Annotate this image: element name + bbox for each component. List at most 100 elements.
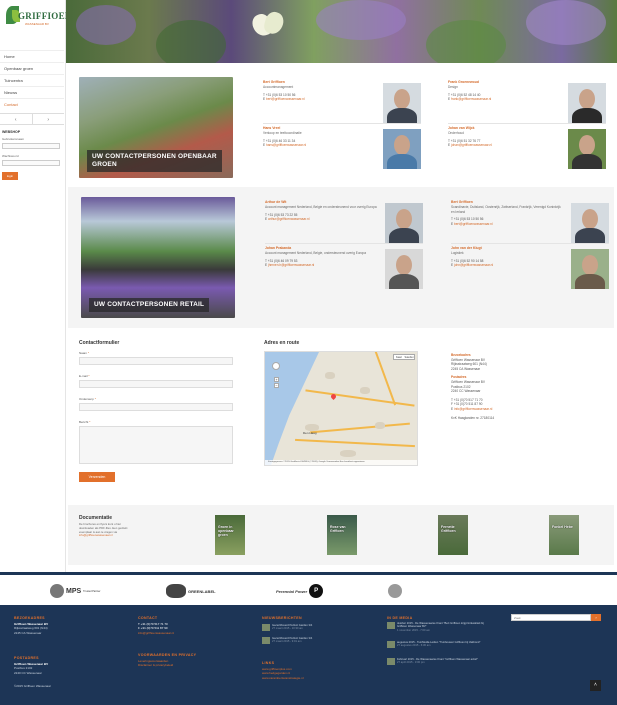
griffioen-logo[interactable]: GRIFFIOEN WASSENAAR BV [2,3,71,33]
contact-photo [568,83,606,123]
privacy-link[interactable]: Disclaimer & privacybeleid [138,663,173,667]
slider-arrows: ‹ › [0,113,64,125]
contact-email[interactable]: john@griffioenwassenaar.nl [454,263,493,267]
media-item[interactable]: Februari 2015 - De Wassenaarse Krant "Gr… [387,658,487,672]
contact-photo [571,249,609,289]
scroll-to-top-icon[interactable]: ˄ [590,680,601,691]
contact-card: Bert Griffioen Scandinavie, Duitsland, O… [451,200,609,246]
name-label: Naam * [79,351,90,355]
map-type-map[interactable]: Kaart [394,355,404,359]
contact-function: Logistiek [451,251,464,255]
contact-function: Account management Nederland, Belgie, on… [265,251,367,255]
email-input[interactable] [79,380,233,388]
contact-photo [568,129,606,169]
contact-photo [385,249,423,289]
login-button[interactable]: login [2,172,18,180]
message-label: Bericht * [79,420,91,424]
contact-photo [383,129,421,169]
post-line: 2240 CC Wassenaar [451,389,481,394]
footer-search-input[interactable]: Zoek [511,614,591,621]
greenlabel-logo[interactable]: GREENLABEL [166,583,216,599]
prev-arrow-icon[interactable]: ‹ [0,114,33,124]
nav-item-openbaar-groen[interactable]: Openbaar groen [0,62,64,74]
footer-contact-title: CONTACT [138,616,158,620]
media-item[interactable]: augustus 2015 - TuinMedia Leiden "Tuinbo… [387,641,487,655]
main-nav: Home Openbaar groen Tuincentra Nieuws Co… [0,50,64,110]
map-attribution: Kaartgegevens ©2015 GeoBasis-DE/BKG (©20… [265,460,417,465]
footer-media-title: IN DE MEDIA [387,616,413,620]
contact-function: Onderhoud [448,131,464,135]
media-item[interactable]: oktober 2015 - De Wassenaarse Krant "Ber… [387,622,487,638]
nav-item-contact[interactable]: Contact [0,98,64,110]
map-type-toggle[interactable]: Kaart Satelliet [393,354,415,360]
contact-function: Account management Nederland, Belgie en … [265,205,377,209]
nav-item-home[interactable]: Home [0,50,64,62]
subject-input[interactable] [79,403,233,411]
visit-line: 2245 CA Wassenaar [451,366,481,371]
contact-email[interactable]: arthur@griffioenwassenaar.nl [268,217,309,221]
contact-card: Hans Vreel Verkoop en teeltcoordinatie T… [263,126,421,172]
map-pan-control[interactable] [272,362,280,370]
contact-function: Scandinavie, Duitsland, Oostenrijk, Zwit… [451,205,561,214]
zoom-out-button[interactable]: − [274,383,279,388]
search-icon[interactable]: › [591,614,601,621]
contact-email[interactable]: jhmnen.h@griffioenwassenaar.nl [268,263,314,267]
contact-email[interactable]: frank@griffioenwassenaar.nl [451,97,491,101]
webshop-title: WEBSHOP [2,130,21,134]
zoom-in-button[interactable]: + [274,377,279,382]
perennial-power-logo[interactable]: Perennial Power P [276,583,324,599]
map-type-satellite[interactable]: Satelliet [404,355,414,359]
name-input[interactable] [79,357,233,365]
brochure[interactable]: Fonkel Hebe [549,515,579,555]
contact-card: Arthur de Wit Account management Nederla… [265,200,423,246]
contact-email[interactable]: bert@griffioenwassenaar.nl [266,97,305,101]
footer-visit-title: BEZOEKADRES [14,616,45,620]
retail-image: UW CONTACTPERSONEN RETAIL [81,197,235,318]
mps-logo[interactable]: MPS Trusted Partner [50,583,100,599]
footer-email[interactable]: info@griffioenwassenaar.nl [138,631,174,635]
footer-terms: Leveringsvoorwaarden Disclaimer & privac… [138,659,173,668]
contact-card: John van der Klugt Logistiek T +31 (0)6 … [451,246,609,292]
footer-links-title: LINKS [262,661,275,665]
footer-link[interactable]: www.caramberisvanstrategie.nl [262,676,304,680]
kvk-number: KvK Haaglanden nr. 27180114 [451,415,495,420]
sidebar: GRIFFIOEN WASSENAAR BV Home Openbaar gro… [0,0,71,572]
contact-card: Johan Prakanda Account management Nederl… [265,246,423,292]
contact-email[interactable]: bert@griffioenwassenaar.nl [454,222,493,226]
partner-seal-logo[interactable] [388,583,402,599]
contact-email[interactable]: hans@griffioenwassenaar.nl [266,143,306,147]
contact-function: Accountmanagement [263,85,294,89]
next-arrow-icon[interactable]: › [33,114,65,124]
logo-text: GRIFFIOEN [18,11,72,21]
submit-button[interactable]: Verzenden [79,472,115,482]
brochure[interactable]: Fernetie Griffioen [438,515,468,555]
address-email[interactable]: info@griffioenwassenaar.nl [454,407,492,411]
news-item[interactable]: Gecertificeerd Perfect Garden 3/4 27 maar… [262,637,362,647]
route-map[interactable]: + − Kaart Satelliet Den Haag Kaartgegeven… [264,351,418,466]
password-input[interactable] [2,160,60,166]
footer-visit: Griffioen Wassenaar BV Rijksstraatweg 60… [14,622,49,635]
message-textarea[interactable] [79,426,233,464]
contact-email[interactable]: johan@griffioenwassenaar.nl [451,143,492,147]
email-label: E-mail * [79,374,90,378]
contact-card: Frank Groenewoud Design T +31 (0)6 52 48… [448,80,606,126]
contact-function: Verkoop en teeltcoordinatie [263,131,302,135]
openbaar-groen-image: UW CONTACTPERSONEN OPENBAAR GROEN [79,77,233,178]
username-label: Gebruikersnaam [2,137,25,141]
butterfly-image [249,10,286,40]
brochure[interactable]: Groen in openbaar groen [215,515,245,555]
contact-card: Bert Griffioen Accountmanagement T +31 (… [263,80,421,126]
footer-news-title: NIEUWSBERICHTEN [262,616,302,620]
news-item[interactable]: Gecertificeerd Perfect Garden 3/4 27 maar… [262,624,362,634]
nav-item-nieuws[interactable]: Nieuws [0,86,64,98]
password-label: Wachtwoord [2,154,19,158]
nav-item-tuincentra[interactable]: Tuincentra [0,74,64,86]
footer-post-title: POSTADRES [14,656,39,660]
brochure[interactable]: Rose van Grffioen [327,515,357,555]
username-input[interactable] [2,143,60,149]
subject-label: Onderwerp * [79,397,96,401]
route-title: Adres en route [264,340,300,346]
map-city-label: Den Haag [303,431,317,435]
documentation-email[interactable]: info@griffioenwassenaar.nl [79,533,113,537]
contact-photo [385,203,423,243]
